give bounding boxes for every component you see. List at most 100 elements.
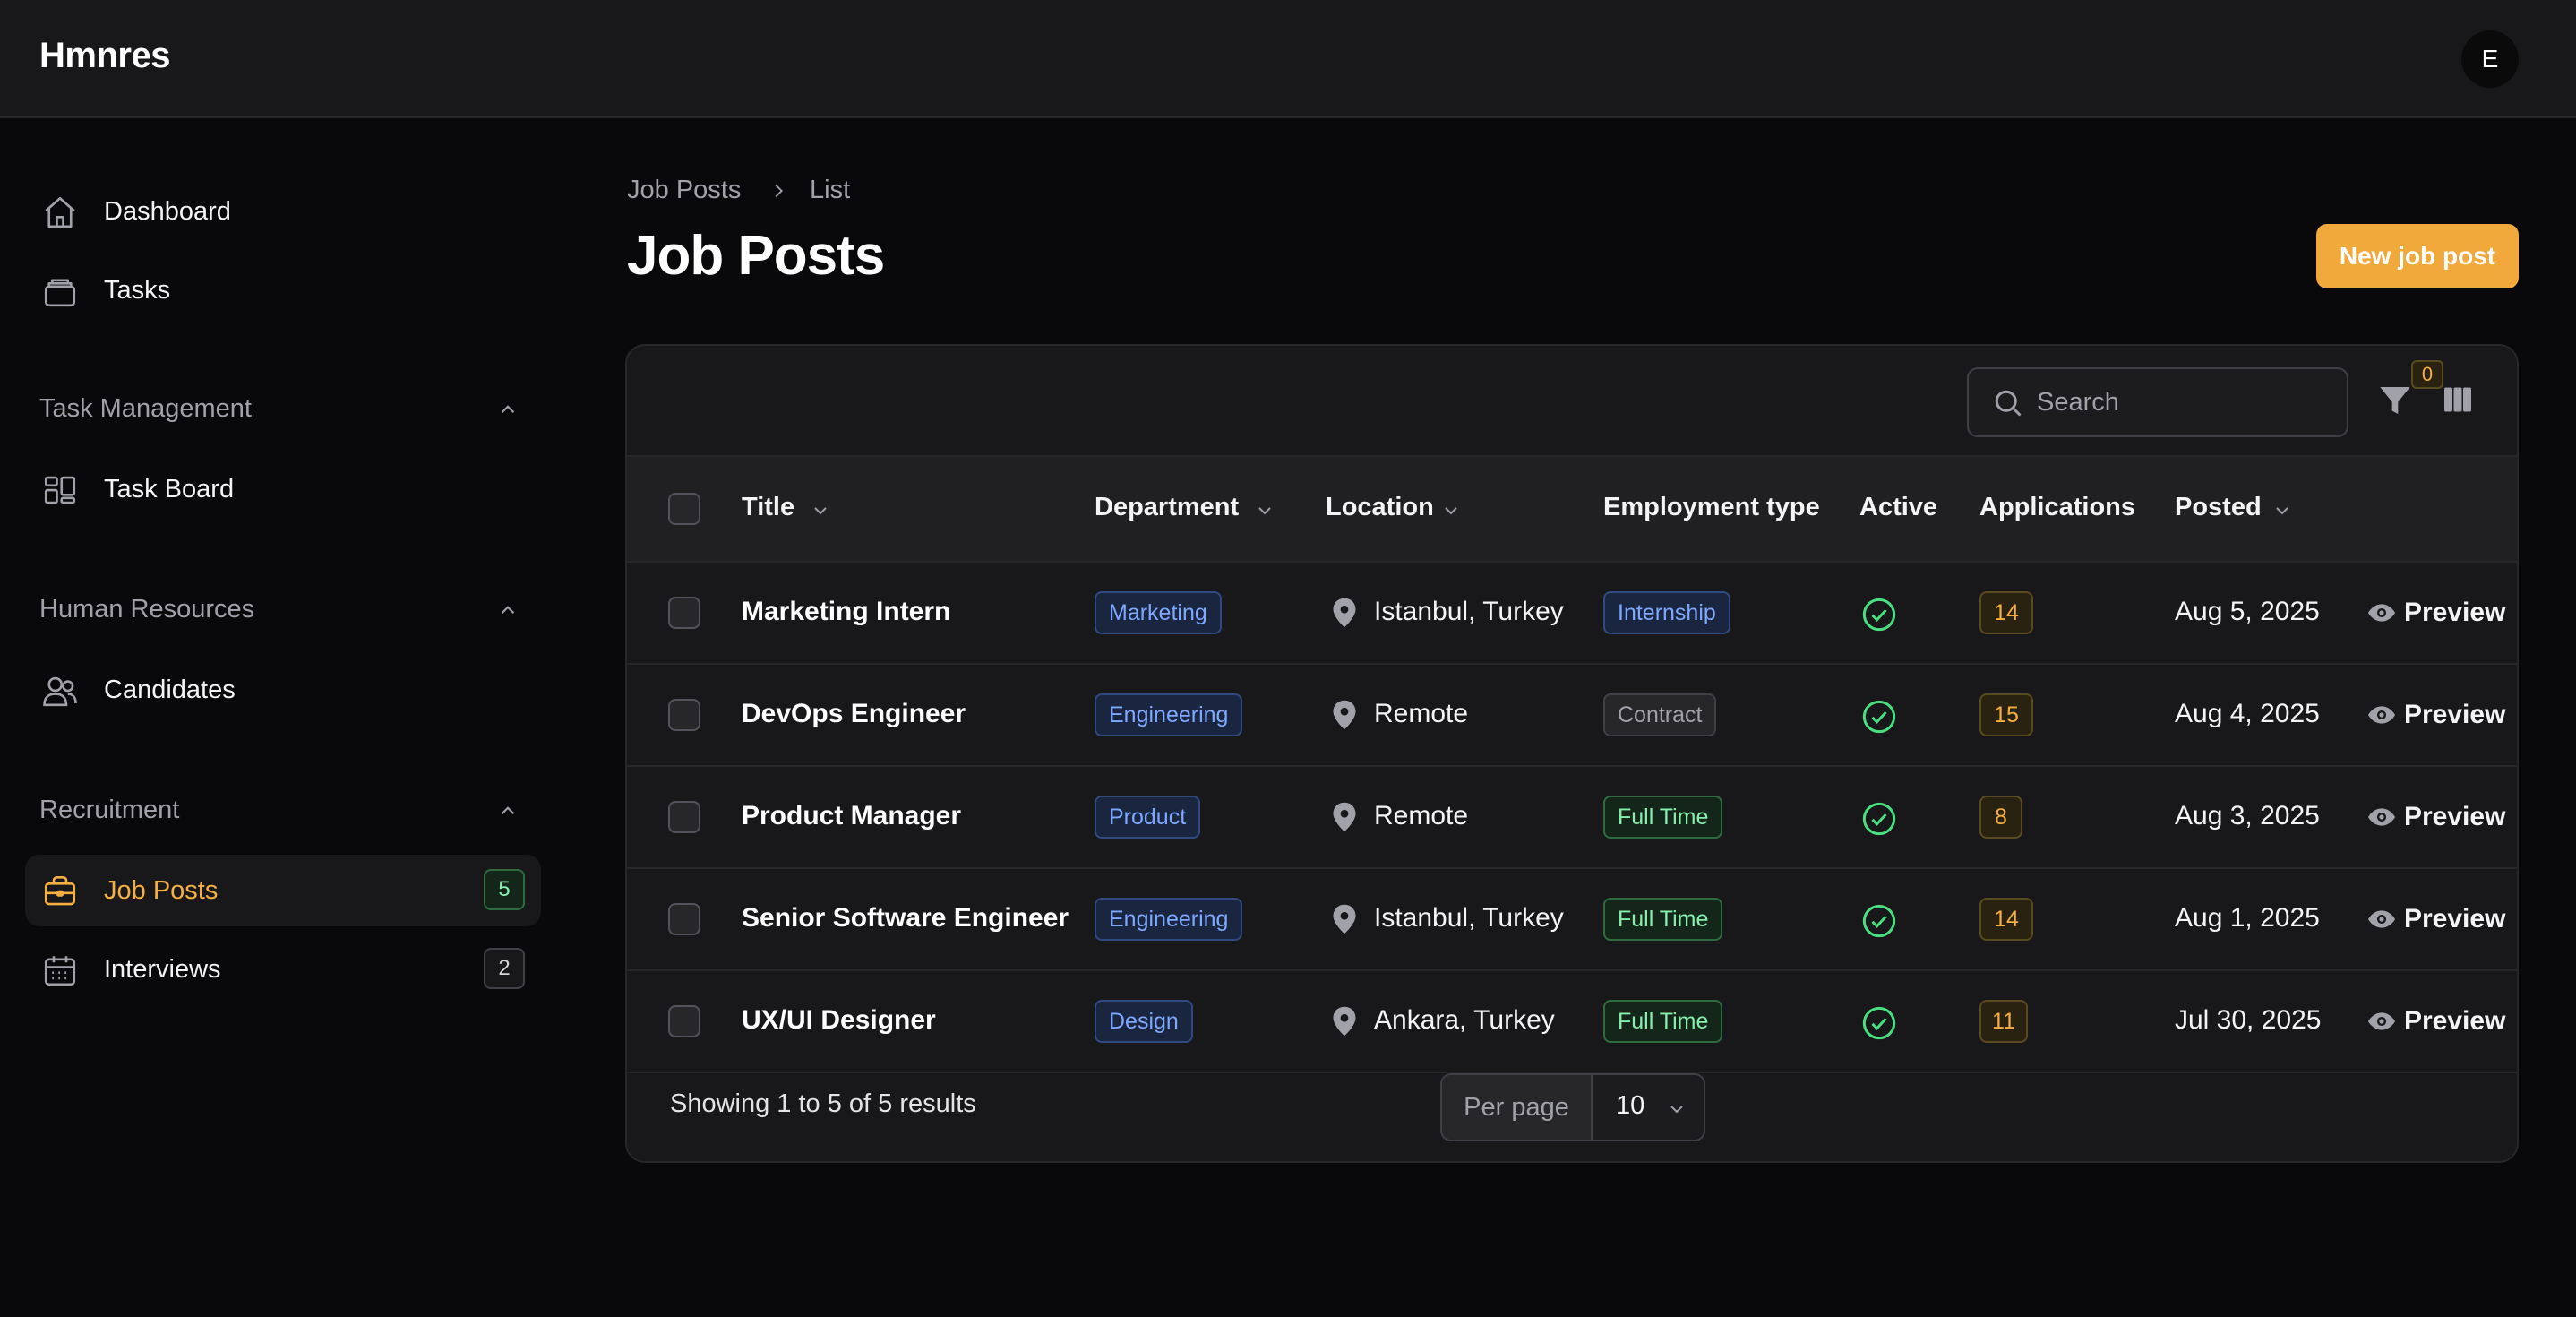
location-text: Remote [1374, 801, 1469, 831]
row-checkbox[interactable] [668, 903, 700, 935]
location-text: Istanbul, Turkey [1374, 903, 1564, 933]
applications-count-badge: 15 [1979, 693, 2033, 736]
department-badge: Engineering [1095, 898, 1243, 941]
columns-icon[interactable] [2440, 383, 2476, 416]
sidebar-item-label: Tasks [104, 275, 171, 305]
results-summary: Showing 1 to 5 of 5 results [670, 1089, 976, 1118]
employment-type-badge: Full Time [1603, 1000, 1723, 1043]
column-header-posted[interactable]: Posted [2175, 493, 2262, 522]
preview-label: Preview [2404, 1006, 2506, 1036]
per-page-select[interactable]: Per page 10 [1440, 1073, 1705, 1141]
preview-label: Preview [2404, 598, 2506, 627]
chevron-up-icon[interactable] [496, 398, 519, 421]
sidebar: Dashboard Tasks Task Management Task Boa… [0, 120, 564, 1317]
map-pin-icon [1333, 802, 1356, 832]
column-header-active: Active [1859, 493, 1938, 521]
applications-count-badge: 14 [1979, 898, 2033, 941]
department-badge: Engineering [1095, 693, 1243, 736]
preview-button[interactable]: Preview [2366, 1005, 2505, 1037]
chevron-down-icon[interactable] [1440, 500, 1462, 521]
row-checkbox[interactable] [668, 699, 700, 731]
job-posts-table-card: 0 Title Department Location Employment t… [625, 344, 2519, 1163]
map-pin-icon [1333, 1006, 1356, 1037]
chevron-right-icon [775, 184, 783, 198]
users-icon [43, 676, 77, 707]
search-icon [1995, 390, 2022, 417]
home-icon [45, 196, 75, 228]
column-header-location[interactable]: Location [1326, 493, 1434, 522]
chevron-down-icon[interactable] [2271, 500, 2293, 521]
employment-type-badge: Internship [1603, 591, 1730, 634]
job-title[interactable]: UX/UI Designer [742, 1005, 936, 1036]
preview-button[interactable]: Preview [2366, 903, 2505, 935]
map-pin-icon [1333, 700, 1356, 730]
new-job-post-button[interactable]: New job post [2316, 224, 2519, 288]
location-text: Remote [1374, 699, 1469, 728]
chevron-down-icon[interactable] [1666, 1098, 1687, 1120]
preview-label: Preview [2404, 802, 2506, 831]
sidebar-item-dashboard[interactable]: Dashboard [25, 176, 541, 247]
map-pin-icon [1333, 904, 1356, 934]
eye-icon [2368, 706, 2395, 724]
search-box[interactable] [1967, 367, 2348, 437]
row-checkbox[interactable] [668, 801, 700, 833]
breadcrumb-parent[interactable]: Job Posts [627, 176, 741, 205]
department-badge: Design [1095, 1000, 1193, 1043]
brand-logo[interactable]: Hmnres [39, 36, 170, 76]
group-label-recruitment: Recruitment [39, 796, 180, 824]
table-row[interactable]: Product Manager Product Remote Full Time… [627, 767, 2517, 869]
job-title[interactable]: Product Manager [742, 801, 961, 831]
table-row[interactable]: DevOps Engineer Engineering Remote Contr… [627, 665, 2517, 767]
column-header-employment-type: Employment type [1603, 493, 1820, 521]
chevron-down-icon[interactable] [1254, 500, 1275, 521]
column-header-applications: Applications [1979, 493, 2136, 521]
table-row[interactable]: Senior Software Engineer Engineering Ist… [627, 869, 2517, 971]
sidebar-item-job-posts[interactable]: Job Posts 5 [25, 855, 541, 926]
search-input[interactable] [2037, 369, 2332, 435]
location-text: Ankara, Turkey [1374, 1005, 1555, 1035]
eye-icon [2368, 808, 2395, 826]
sidebar-item-tasks[interactable]: Tasks [25, 254, 541, 326]
applications-count-badge: 14 [1979, 591, 2033, 634]
group-label-human-resources: Human Resources [39, 595, 255, 624]
column-header-department[interactable]: Department [1095, 493, 1239, 522]
user-avatar[interactable]: E [2461, 30, 2519, 88]
sidebar-item-label: Dashboard [104, 196, 231, 226]
filter-count-badge: 0 [2411, 360, 2443, 389]
row-checkbox[interactable] [668, 1005, 700, 1037]
preview-button[interactable]: Preview [2366, 801, 2505, 833]
briefcase-icon [44, 875, 76, 906]
select-all-checkbox[interactable] [668, 493, 700, 525]
preview-button[interactable]: Preview [2366, 699, 2505, 731]
per-page-value[interactable]: 10 [1616, 1091, 1644, 1121]
eye-icon [2368, 1012, 2395, 1030]
department-badge: Marketing [1095, 591, 1222, 634]
sidebar-item-label: Candidates [104, 675, 236, 704]
sidebar-item-candidates[interactable]: Candidates [25, 654, 541, 726]
count-badge: 5 [484, 869, 525, 910]
per-page-label: Per page [1442, 1075, 1593, 1140]
map-pin-icon [1333, 598, 1356, 628]
chevron-up-icon[interactable] [496, 598, 519, 622]
row-checkbox[interactable] [668, 597, 700, 629]
check-circle-icon [1862, 598, 1896, 632]
sidebar-item-label: Task Board [104, 474, 235, 504]
check-circle-icon [1862, 1006, 1896, 1040]
top-bar: Hmnres E [0, 0, 2576, 118]
column-header-title[interactable]: Title [742, 493, 794, 522]
table-row[interactable]: Marketing Intern Marketing Istanbul, Tur… [627, 563, 2517, 665]
page-title: Job Posts [627, 225, 885, 287]
table-row[interactable]: UX/UI Designer Design Ankara, Turkey Ful… [627, 971, 2517, 1073]
job-title[interactable]: Marketing Intern [742, 597, 950, 627]
job-title[interactable]: Senior Software Engineer [742, 903, 1069, 934]
sidebar-item-interviews[interactable]: Interviews 2 [25, 934, 541, 1005]
sidebar-item-task-board[interactable]: Task Board [25, 453, 541, 525]
preview-button[interactable]: Preview [2366, 597, 2505, 629]
sidebar-item-label: Interviews [104, 954, 221, 984]
chevron-up-icon[interactable] [496, 799, 519, 822]
chevron-down-icon[interactable] [810, 500, 831, 521]
employment-type-badge: Contract [1603, 693, 1717, 736]
filter-icon[interactable] [2377, 382, 2413, 419]
breadcrumb-current: List [810, 176, 851, 204]
job-title[interactable]: DevOps Engineer [742, 699, 966, 729]
